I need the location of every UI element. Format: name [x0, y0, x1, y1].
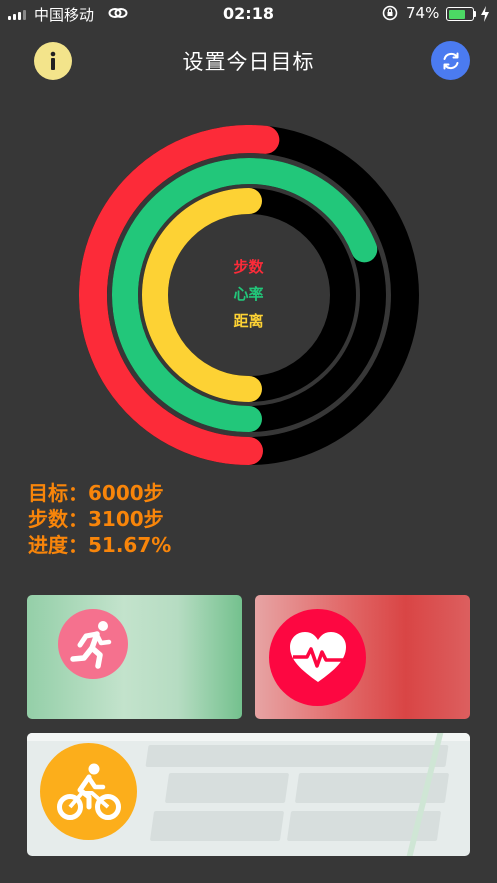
- cycling-card[interactable]: [27, 733, 470, 856]
- status-bar: 中国移动 02:18 74%: [0, 0, 497, 28]
- ring-legend: 步数 心率 距离: [0, 256, 497, 337]
- heart-rate-icon: [289, 631, 349, 682]
- battery-percent: 74%: [406, 4, 440, 22]
- orientation-lock-icon: [382, 5, 398, 21]
- goal-text: 目标：6000步: [28, 481, 164, 505]
- battery-fill: [448, 9, 465, 19]
- battery-icon: [446, 7, 474, 21]
- stats-panel: 目标：6000步 步数：3100步 进度：51.67%: [28, 480, 171, 558]
- map-block: [164, 773, 290, 803]
- page-title: 设置今日目标: [182, 50, 315, 74]
- map-block: [149, 811, 285, 841]
- running-icon-circle: [58, 609, 128, 679]
- map-block: [145, 745, 449, 767]
- progress-text: 进度：51.67%: [28, 533, 172, 557]
- running-card[interactable]: [27, 595, 242, 719]
- legend-steps: 步数: [233, 258, 264, 276]
- map-road: [27, 733, 470, 741]
- legend-heart-rate: 心率: [233, 285, 264, 303]
- running-icon: [70, 621, 112, 669]
- heart-rate-icon-circle: [269, 609, 366, 706]
- refresh-button[interactable]: [431, 41, 470, 80]
- cycling-icon-circle: [40, 743, 137, 840]
- legend-distance: 距离: [233, 312, 264, 330]
- steps-text: 步数：3100步: [28, 507, 164, 531]
- heart-rate-card[interactable]: [255, 595, 470, 719]
- charging-icon: [481, 6, 489, 22]
- cycling-icon: [56, 763, 121, 820]
- refresh-icon: [443, 52, 458, 69]
- battery-cap: [474, 11, 476, 17]
